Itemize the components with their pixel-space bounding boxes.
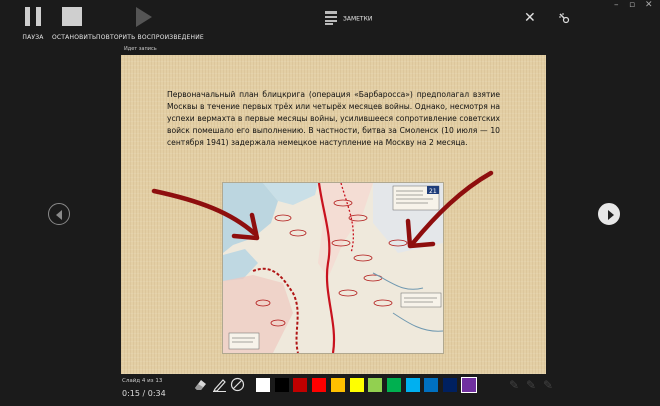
next-slide-button[interactable] (598, 203, 620, 225)
slide-canvas: Первоначальный план блицкрига (операция … (121, 55, 546, 374)
previous-slide-button[interactable] (48, 203, 70, 225)
recording-toolbar: ПАУЗА ОСТАНОВИТЬ ПОВТОРИТЬ ВОСПРОИЗВЕДЕН… (0, 0, 660, 44)
color-swatch[interactable] (368, 378, 383, 392)
color-swatch[interactable] (293, 378, 308, 392)
map-image: 21 (222, 182, 444, 354)
highlighter-settings-icon[interactable]: ✎ (543, 378, 553, 392)
stop-label: ОСТАНОВИТЬ (52, 34, 97, 41)
color-swatch[interactable] (312, 378, 327, 392)
color-swatch[interactable] (256, 378, 270, 392)
pause-icon (25, 7, 41, 26)
color-swatch[interactable] (386, 378, 401, 392)
map-number: 21 (429, 188, 437, 195)
pause-label: ПАУЗА (22, 34, 44, 41)
slide-body-text: Первоначальный план блицкрига (операция … (167, 90, 500, 148)
color-swatch[interactable] (349, 378, 364, 392)
stop-button[interactable]: ОСТАНОВИТЬ (52, 6, 97, 41)
replay-label: ПОВТОРИТЬ ВОСПРОИЗВЕДЕНИЕ (96, 34, 204, 41)
replay-button[interactable]: ПОВТОРИТЬ ВОСПРОИЗВЕДЕНИЕ (96, 6, 204, 41)
notes-icon (325, 11, 337, 27)
color-swatch[interactable] (274, 378, 289, 392)
highlighter-icon[interactable] (230, 377, 245, 392)
slide-counter: Слайд 4 из 13 (122, 378, 163, 384)
color-swatch[interactable] (424, 378, 439, 392)
notes-label: ЗАМЕТКИ (343, 15, 373, 23)
stop-icon (62, 7, 82, 26)
notes-button[interactable]: ЗАМЕТКИ (325, 11, 372, 27)
play-icon (136, 7, 152, 27)
eraser-icon[interactable] (193, 377, 208, 392)
arrow-right-icon (608, 210, 614, 220)
recording-status: Идет запись (124, 46, 157, 52)
pen-settings-icon[interactable]: ✎ (526, 378, 536, 392)
effects-icon[interactable] (558, 12, 570, 27)
color-swatch[interactable] (405, 378, 420, 392)
recording-timer: 0:15 / 0:34 (122, 389, 166, 398)
color-swatch[interactable] (460, 377, 477, 393)
color-swatch[interactable] (443, 378, 457, 392)
arrow-left-icon (56, 210, 62, 220)
color-swatch[interactable] (330, 378, 345, 392)
pause-button[interactable]: ПАУЗА (18, 6, 48, 41)
close-icon[interactable]: ✕ (524, 11, 536, 25)
pen-icon[interactable] (212, 377, 227, 392)
laser-pointer-icon[interactable]: ✎ (509, 378, 519, 392)
